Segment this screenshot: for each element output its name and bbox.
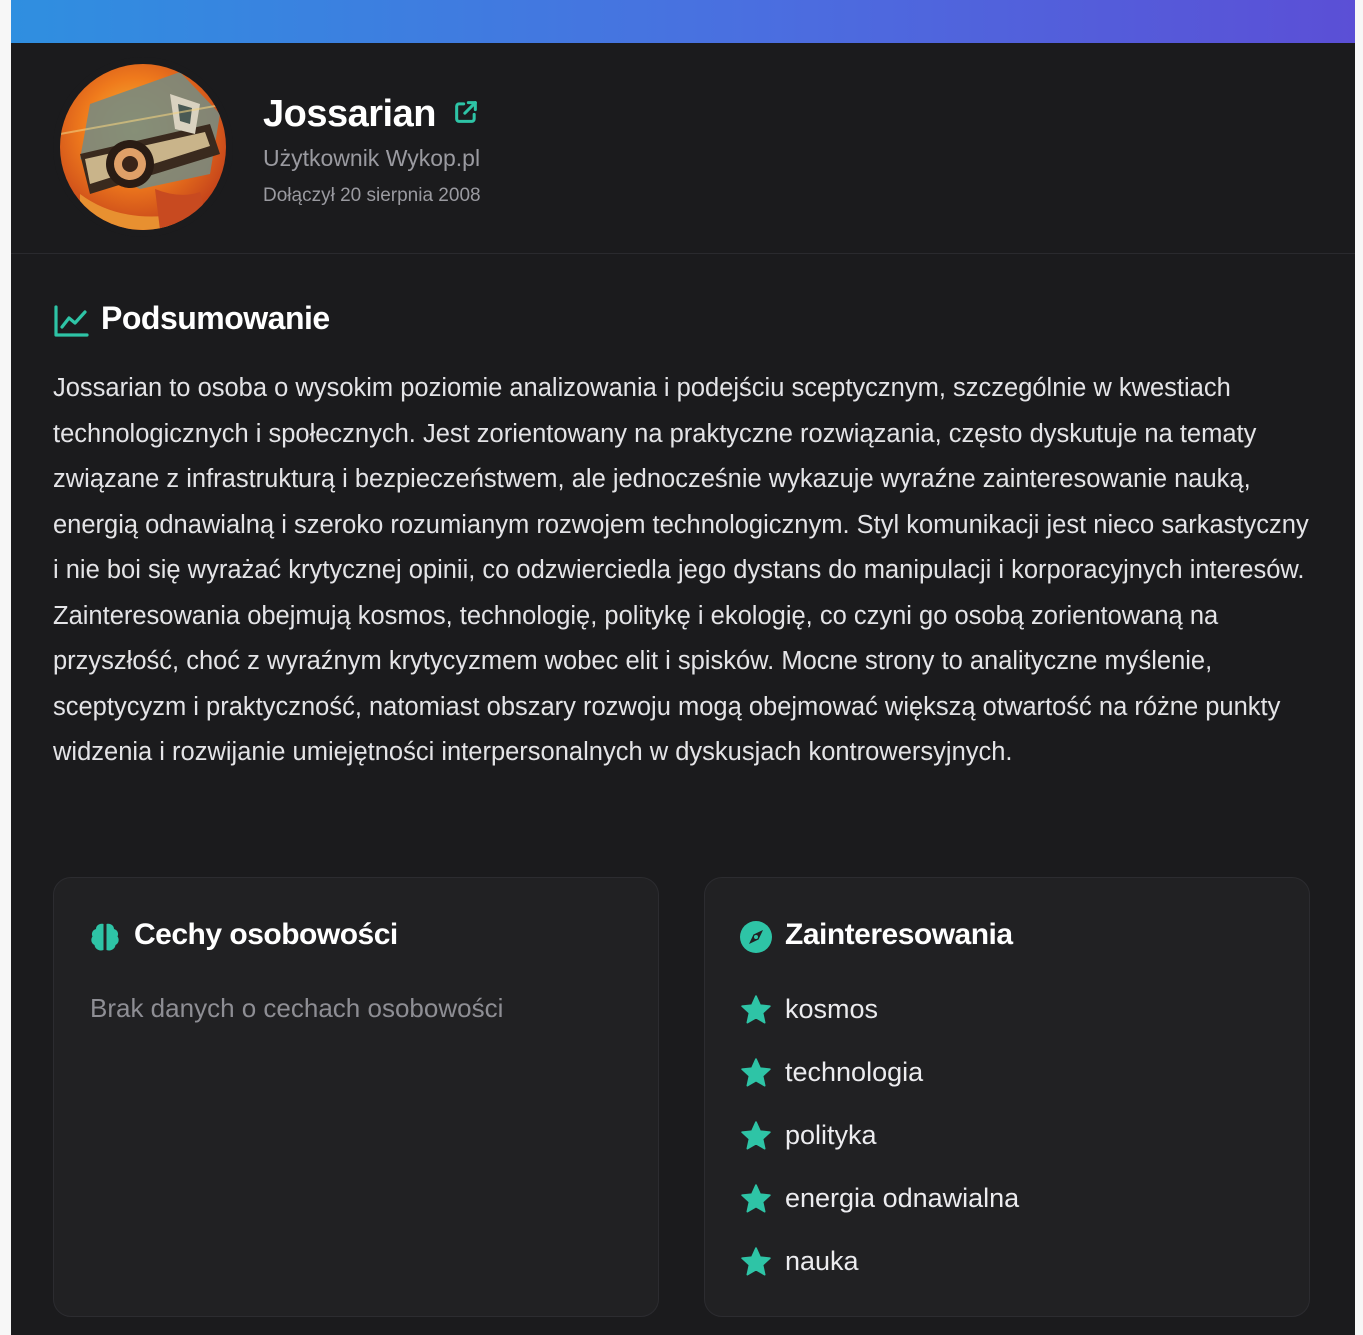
star-icon	[741, 1058, 771, 1087]
interest-label: technologia	[785, 1057, 924, 1087]
summary-text: Jossarian to osoba o wysokim poziomie an…	[53, 374, 1309, 766]
external-link-icon[interactable]	[452, 98, 480, 126]
list-item: nauka	[739, 1232, 1239, 1295]
page-background: Jossarian Użytkownik Wykop.pl Dołączył 2…	[0, 0, 1363, 1335]
list-item: polityka	[739, 1106, 1239, 1169]
summary-title: Podsumowanie	[101, 300, 330, 336]
personality-empty-message: Brak danych o cechach osobowości	[90, 993, 504, 1023]
list-item: kosmos	[739, 980, 1239, 1043]
user-avatar-image	[60, 64, 226, 230]
profile-banner	[11, 0, 1355, 43]
user-role: Użytkownik Wykop.pl	[263, 145, 481, 171]
interest-label: kosmos	[785, 994, 879, 1024]
compass-icon	[740, 921, 772, 953]
list-item: energia odnawialna	[739, 1169, 1239, 1232]
interests-title: Zainteresowania	[785, 918, 1013, 951]
brain-icon	[91, 923, 119, 951]
star-icon	[741, 995, 771, 1024]
avatar-frame	[53, 57, 233, 237]
avatar	[60, 64, 226, 230]
profile-card: Jossarian Użytkownik Wykop.pl Dołączył 2…	[11, 0, 1355, 1335]
star-icon	[741, 1121, 771, 1150]
join-date: Dołączył 20 sierpnia 2008	[263, 185, 481, 206]
interest-label: energia odnawialna	[785, 1183, 1020, 1213]
interest-label: nauka	[785, 1246, 859, 1276]
interests-panel: Zainteresowania kosmos technologia polit…	[704, 877, 1310, 1317]
list-item: technologia	[739, 1043, 1239, 1106]
interests-list: kosmos technologia polityka energia odna…	[739, 980, 1239, 1295]
interest-label: polityka	[785, 1120, 877, 1150]
star-icon	[741, 1247, 771, 1276]
user-name: Jossarian	[263, 93, 436, 135]
profile-header: Jossarian Użytkownik Wykop.pl Dołączył 2…	[11, 43, 1355, 254]
chart-line-icon	[54, 305, 89, 337]
personality-panel: Cechy osobowości Brak danych o cechach o…	[53, 877, 659, 1317]
personality-title: Cechy osobowości	[134, 918, 398, 951]
star-icon	[741, 1184, 771, 1213]
